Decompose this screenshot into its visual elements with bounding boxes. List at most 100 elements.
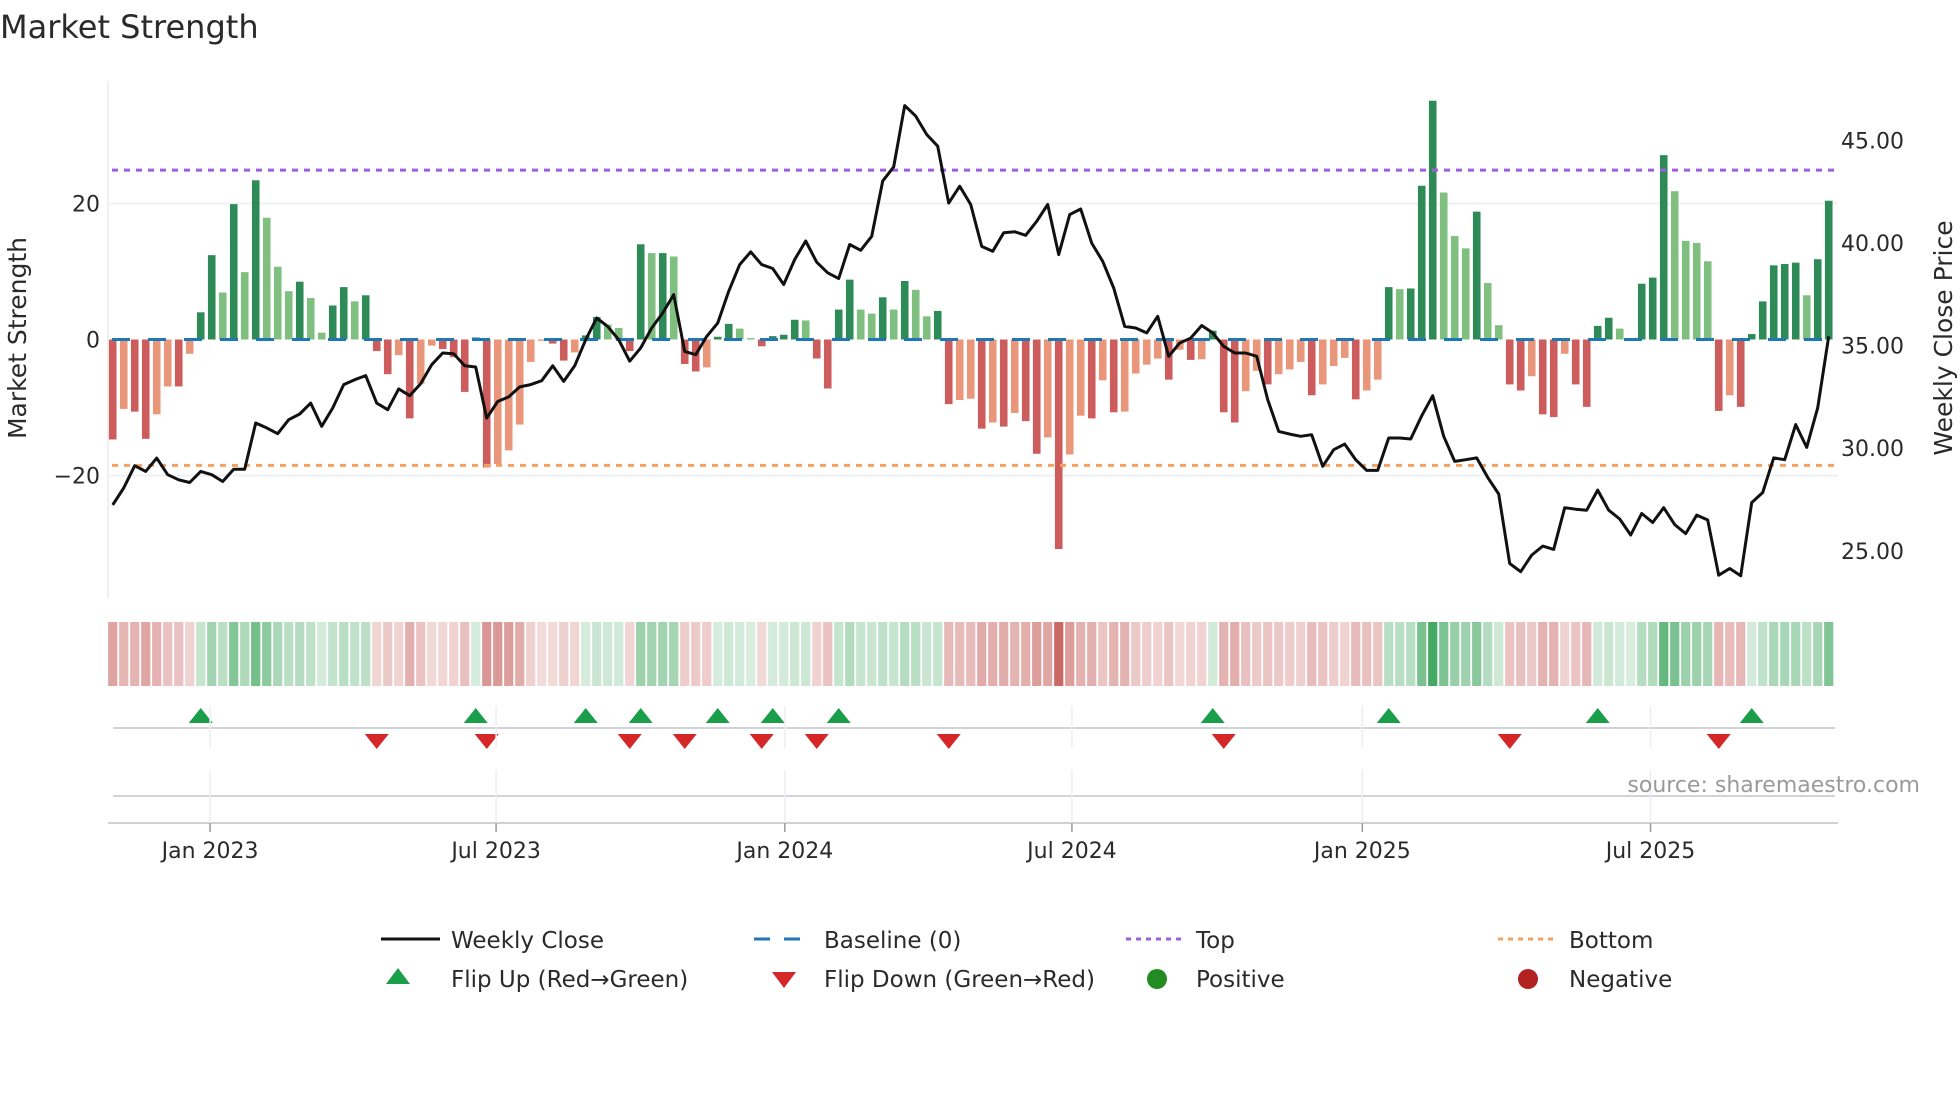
strip-cell [1813, 622, 1823, 686]
positive-bar [1681, 240, 1690, 340]
strip-cell [1087, 622, 1097, 686]
negative-bar [1340, 339, 1349, 358]
strip-cell [207, 622, 217, 686]
legend-item-flip-up[interactable]: Flip Up (Red→Green) [386, 967, 688, 993]
strip-cell [1065, 622, 1075, 686]
positive-bar [218, 292, 227, 340]
negative-bar [185, 339, 194, 354]
strip-cell [812, 622, 822, 686]
strip-cell [218, 622, 228, 686]
strip-cell [427, 622, 437, 686]
strip-cell [1714, 622, 1724, 686]
legend-item-weekly-close[interactable]: Weekly Close [381, 928, 604, 954]
strip-cell [196, 622, 206, 686]
strip-cell [1505, 622, 1515, 686]
strip-cell [878, 622, 888, 686]
negative-bar [1560, 339, 1569, 354]
strip-cell [834, 622, 844, 686]
positive-bar [1439, 192, 1448, 340]
positive-bar [1395, 289, 1404, 340]
positive-bar [273, 266, 282, 340]
positive-bar [196, 312, 205, 340]
strip-cell [1527, 622, 1537, 686]
negative-bar [1714, 339, 1723, 411]
legend-item-negative[interactable]: Negative [1518, 967, 1672, 993]
strip-cell [1043, 622, 1053, 686]
legend-item-bottom[interactable]: Bottom [1498, 928, 1653, 954]
negative-bar [944, 339, 953, 405]
strip-cell [471, 622, 481, 686]
strip-cell [900, 622, 910, 686]
strip-cell [229, 622, 239, 686]
legend-item-flip-down[interactable]: Flip Down (Green→Red) [772, 967, 1095, 993]
positive-bar [328, 305, 337, 340]
strip-cell [1153, 622, 1163, 686]
y2-tick-label: 40.00 [1841, 232, 1904, 257]
strip-cell [1494, 622, 1504, 686]
positive-bar [1494, 325, 1503, 340]
strip-cell [460, 622, 470, 686]
strip-cell [592, 622, 602, 686]
strip-cell [1406, 622, 1416, 686]
x-tick-label: Jan 2023 [160, 839, 259, 864]
negative-bar [1021, 339, 1030, 422]
negative-bar [427, 339, 436, 346]
strip-cell [1593, 622, 1603, 686]
x-tick-label: Jul 2025 [1604, 839, 1696, 864]
negative-bar [1186, 339, 1195, 360]
negative-bar [1076, 339, 1085, 416]
legend-item-baseline[interactable]: Baseline (0) [754, 928, 961, 954]
y2-tick-label: 35.00 [1841, 335, 1904, 360]
strip-cell [1263, 622, 1273, 686]
positive-bar [724, 323, 733, 340]
negative-bar [1725, 339, 1734, 396]
positive-bar [1703, 261, 1712, 340]
strip-cell [1483, 622, 1493, 686]
legend-item-top[interactable]: Top [1126, 928, 1235, 954]
negative-bar [405, 339, 414, 419]
y-tick-label: 0 [86, 329, 100, 354]
negative-bar [1505, 339, 1514, 385]
legend-item-positive[interactable]: Positive [1147, 967, 1285, 993]
strip-cell [922, 622, 932, 686]
flip-down-marker [1497, 734, 1522, 749]
strip-cell [1395, 622, 1405, 686]
strip-cell [1076, 622, 1086, 686]
strip-cell [1747, 622, 1757, 686]
negative-bar [119, 339, 128, 409]
x-tick-label: Jul 2023 [449, 839, 541, 864]
strip-cell [1802, 622, 1812, 686]
legend-label: Positive [1196, 967, 1285, 993]
negative-bar [1571, 339, 1580, 385]
positive-bar [900, 280, 909, 340]
strip-cell [801, 622, 811, 686]
negative-bar [1219, 339, 1228, 413]
strip-cell [1362, 622, 1372, 686]
positive-bar [339, 287, 348, 340]
x-tick-label: Jan 2025 [1312, 839, 1411, 864]
negative-bar [559, 339, 568, 361]
legend-label: Flip Up (Red→Green) [451, 967, 688, 993]
flip-up-marker [1376, 708, 1401, 723]
strip-cell [1703, 622, 1713, 686]
positive-bar [317, 332, 326, 340]
negative-bar [383, 339, 392, 375]
left-axis-ticks: 20 0 −20 [54, 192, 100, 489]
strip-cell [526, 622, 536, 686]
strip-cell [1186, 622, 1196, 686]
y2-tick-label: 30.00 [1841, 437, 1904, 462]
positive-bar [1670, 191, 1679, 340]
strip-cell [680, 622, 690, 686]
strip-cell [581, 622, 591, 686]
negative-bar [174, 339, 183, 387]
y-axis-title: Market Strength [3, 237, 32, 439]
strip-cell [1582, 622, 1592, 686]
strip-cell [163, 622, 173, 686]
strip-cell [1824, 622, 1834, 686]
strength-heat-strip [108, 622, 1834, 686]
strip-cell [405, 622, 415, 686]
strip-cell [1032, 622, 1042, 686]
strip-cell [1659, 622, 1669, 686]
flip-down-marker [474, 734, 499, 749]
strip-cell [174, 622, 184, 686]
